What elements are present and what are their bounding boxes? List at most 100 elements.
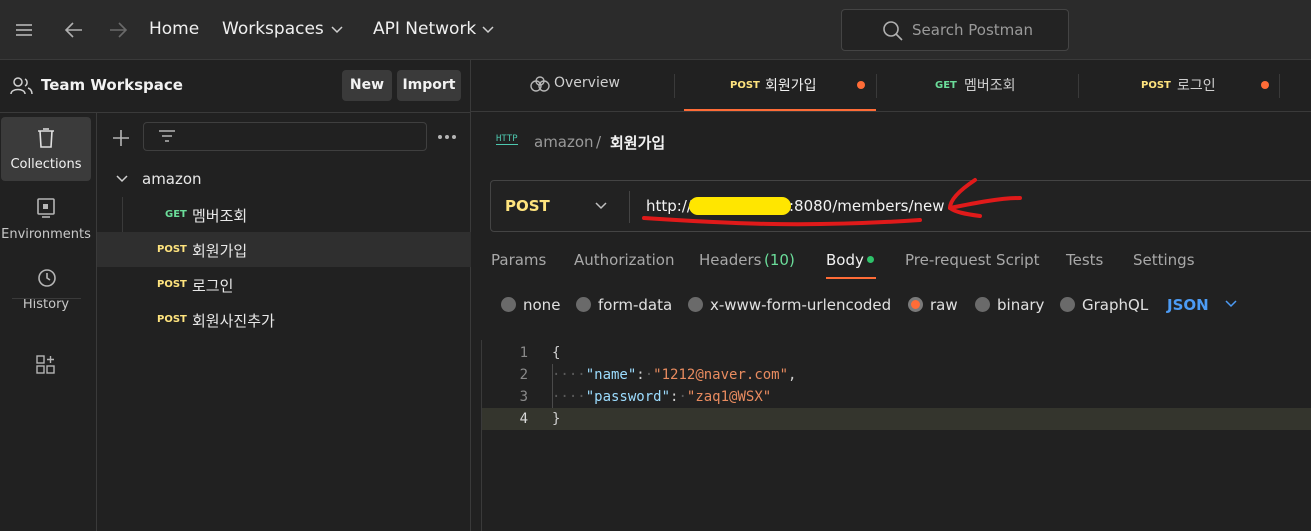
url-divider bbox=[629, 191, 630, 223]
method-badge: GET bbox=[935, 80, 957, 91]
nav-history[interactable]: History bbox=[1, 257, 91, 321]
nav-environments-label: Environments bbox=[1, 227, 91, 242]
nav-collections[interactable]: Collections bbox=[1, 117, 91, 181]
trash-bin-icon bbox=[38, 128, 54, 148]
body-tab-underline bbox=[826, 277, 876, 279]
collection-name: amazon bbox=[142, 170, 202, 188]
json-key: "password" bbox=[585, 389, 671, 405]
method-badge: POST bbox=[157, 279, 187, 290]
comma: , bbox=[788, 367, 797, 383]
json-key: "name" bbox=[585, 367, 637, 383]
redacted-host bbox=[689, 197, 791, 215]
breadcrumb-separator: / bbox=[596, 133, 602, 151]
http-icon: HTTP bbox=[496, 134, 518, 145]
radio-graphql[interactable]: GraphQL bbox=[1060, 296, 1148, 314]
workspaces-menu[interactable]: Workspaces bbox=[222, 19, 324, 39]
radio-label: x-www-form-urlencoded bbox=[710, 296, 892, 314]
tab-authorization[interactable]: Authorization bbox=[574, 251, 674, 269]
tab-signup[interactable]: POST 회원가입 bbox=[684, 60, 876, 111]
tab-prerequest-script[interactable]: Pre-request Script bbox=[905, 251, 1040, 269]
tab-tests[interactable]: Tests bbox=[1066, 251, 1103, 269]
search-input[interactable]: Search Postman bbox=[841, 9, 1069, 51]
plus-icon[interactable] bbox=[112, 129, 130, 147]
tab-label: Overview bbox=[554, 75, 620, 91]
more-options-icon[interactable] bbox=[437, 134, 457, 140]
collection-tree: amazon GET 멤버조회 POST 회원가입 POST 로그인 POST … bbox=[97, 112, 471, 531]
indent: ···· bbox=[552, 367, 586, 383]
line-number: 3 bbox=[519, 389, 528, 405]
headers-count: (10) bbox=[764, 251, 795, 269]
method-badge: POST bbox=[157, 244, 187, 255]
body-active-dot bbox=[867, 256, 874, 263]
radio-form-data[interactable]: form-data bbox=[576, 296, 672, 314]
indent: ···· bbox=[552, 389, 586, 405]
chevron-down-icon[interactable] bbox=[595, 202, 607, 211]
space: · bbox=[644, 367, 654, 383]
collection-item-amazon[interactable]: amazon bbox=[97, 162, 471, 197]
json-value: "zaq1@WSX" bbox=[686, 389, 772, 405]
search-placeholder: Search Postman bbox=[912, 21, 1033, 39]
environment-icon bbox=[37, 198, 55, 218]
radio-dot bbox=[576, 297, 591, 312]
search-icon bbox=[883, 21, 903, 41]
radio-none[interactable]: none bbox=[501, 296, 560, 314]
back-arrow-icon[interactable] bbox=[64, 21, 84, 39]
chevron-down-icon[interactable] bbox=[482, 25, 494, 35]
body-editor[interactable]: 1 { 2 ····"name":·"1212@naver.com", 3 ··… bbox=[481, 340, 1311, 531]
url-bar: POST http:// :8080/members/new bbox=[490, 180, 1311, 232]
code-text: ····"name":·"1212@naver.com", bbox=[552, 367, 796, 383]
chevron-down-icon[interactable] bbox=[116, 175, 128, 184]
request-item[interactable]: GET 멤버조회 bbox=[97, 197, 471, 232]
radio-label: form-data bbox=[598, 296, 673, 314]
radio-label: raw bbox=[930, 296, 958, 314]
tab-params[interactable]: Params bbox=[491, 251, 546, 269]
chevron-down-icon[interactable] bbox=[1225, 300, 1237, 309]
unsaved-dot bbox=[857, 81, 865, 89]
line-number: 4 bbox=[519, 411, 528, 427]
code-text: ····"password":·"zaq1@WSX" bbox=[552, 389, 771, 405]
request-item[interactable]: POST 회원가입 bbox=[97, 232, 471, 267]
left-nav: Collections Environments History bbox=[0, 112, 97, 531]
home-link[interactable]: Home bbox=[149, 19, 199, 39]
new-button[interactable]: New bbox=[342, 70, 392, 101]
nav-collections-label: Collections bbox=[10, 157, 82, 172]
tab-body[interactable]: Body bbox=[826, 251, 864, 269]
tab-headers[interactable]: Headers bbox=[699, 251, 761, 269]
tab-settings[interactable]: Settings bbox=[1133, 251, 1195, 269]
workspace-title: Team Workspace bbox=[41, 76, 183, 94]
code-line: 1 { bbox=[482, 342, 1311, 364]
history-icon bbox=[38, 269, 56, 287]
configure-workbench-icon[interactable] bbox=[36, 355, 56, 375]
breadcrumb-collection[interactable]: amazon bbox=[534, 133, 594, 151]
brace: { bbox=[552, 345, 561, 361]
menu-icon[interactable] bbox=[16, 22, 34, 38]
nav-environments[interactable]: Environments bbox=[1, 187, 91, 251]
request-item[interactable]: POST 로그인 bbox=[97, 267, 471, 302]
tab-label: 로그인 bbox=[1177, 78, 1216, 94]
radio-binary[interactable]: binary bbox=[975, 296, 1044, 314]
format-select[interactable]: JSON bbox=[1167, 296, 1209, 314]
radio-label: binary bbox=[997, 296, 1045, 314]
request-name: 로그인 bbox=[192, 277, 234, 295]
forward-arrow-icon[interactable] bbox=[108, 21, 128, 39]
chevron-down-icon[interactable] bbox=[331, 25, 343, 35]
request-name: 멤버조회 bbox=[192, 207, 248, 225]
radio-urlencoded[interactable]: x-www-form-urlencoded bbox=[688, 296, 891, 314]
filter-icon bbox=[159, 130, 175, 142]
tab-overview[interactable]: Overview bbox=[511, 60, 683, 111]
tab-login[interactable]: POST 로그인 bbox=[1079, 60, 1279, 111]
tab-divider bbox=[674, 74, 675, 98]
radio-raw[interactable]: raw bbox=[908, 296, 958, 314]
radio-dot bbox=[1060, 297, 1075, 312]
radio-dot bbox=[501, 297, 516, 312]
radio-label: GraphQL bbox=[1082, 296, 1149, 314]
team-icon bbox=[10, 77, 33, 95]
tab-label: 회원가입 bbox=[765, 78, 817, 94]
tab-label: 멤버조회 bbox=[964, 78, 1016, 94]
api-network-menu[interactable]: API Network bbox=[373, 19, 476, 39]
import-button[interactable]: Import bbox=[397, 70, 461, 101]
tab-member-lookup[interactable]: GET 멤버조회 bbox=[877, 60, 1077, 111]
filter-input[interactable] bbox=[143, 122, 427, 151]
method-select[interactable]: POST bbox=[505, 197, 550, 215]
request-item[interactable]: POST 회원사진추가 bbox=[97, 302, 471, 337]
